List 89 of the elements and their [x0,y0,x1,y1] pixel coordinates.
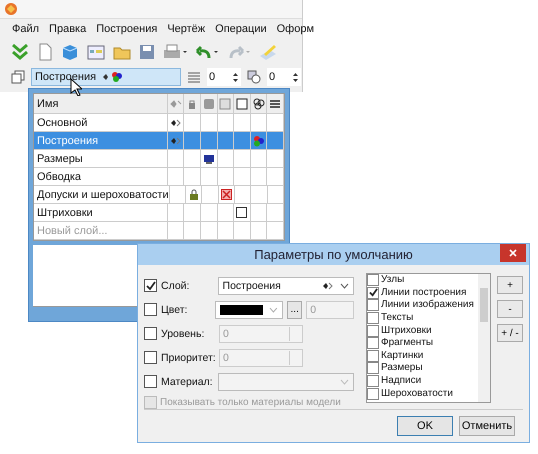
checkbox[interactable] [144,279,157,292]
arrows-icon [170,136,182,146]
monitor-icon [202,154,215,164]
close-button[interactable] [500,244,526,262]
chevron-down-icon [340,282,349,288]
column-header-icon [236,98,248,110]
layer-row[interactable]: Допуски и шероховатости [34,186,284,204]
scrollbar[interactable] [478,274,490,402]
object-type-item[interactable]: Тексты [367,312,478,324]
layer-name: Обводка [34,168,168,185]
layer-name: Штриховки [34,204,168,221]
checkbox[interactable] [367,362,379,374]
level-spinbox[interactable]: 0 [207,68,241,86]
checkbox[interactable] [367,337,379,350]
checkbox[interactable] [367,274,379,286]
layers-icon[interactable] [10,69,26,85]
column-header-icon [219,98,232,110]
list-action-button[interactable]: - [497,300,523,318]
column-header-icon [252,98,265,110]
field-label: Цвет: [161,304,188,316]
object-type-item[interactable]: Штриховки [367,324,478,337]
square-icon [236,207,248,218]
field-label: Приоритет: [161,352,215,364]
list-action-button[interactable]: + [497,276,523,294]
layer-name: Размеры [34,150,168,167]
checkbox[interactable] [144,375,157,388]
lock-icon [188,189,199,200]
double-chevron-icon[interactable] [10,42,30,62]
layer-row[interactable]: Обводка [34,168,284,186]
app-logo-icon [4,2,18,16]
spin-arrows-icon [232,72,239,82]
close-icon [509,249,517,257]
field-label: Уровень: [161,328,206,340]
chevron-down-icon [269,306,278,312]
menu-item[interactable]: Правка [49,23,86,35]
checkbox-label: Показывать только материалы модели [160,397,341,408]
arrows-icon [322,280,334,290]
object-type-item[interactable]: Фрагменты [367,336,478,350]
color-dropdown[interactable] [215,300,284,318]
layer-status-icon [102,71,124,83]
column-header-icon [170,98,182,110]
color-circles-icon [252,134,265,146]
menu-item[interactable]: Файл [12,23,40,35]
menu-item[interactable]: Построения [96,23,158,35]
object-type-item[interactable]: Линии изображения [367,299,478,312]
checkbox[interactable] [367,324,379,337]
column-header-icon [269,98,282,110]
checkbox[interactable] [367,375,379,388]
layer-name: Допуски и шероховатости [34,186,170,203]
layer-combobox[interactable]: Построения [31,68,181,86]
list-action-button[interactable]: + / - [497,324,523,342]
priority-spinbox[interactable]: 0 [267,68,301,86]
layer-dropdown[interactable]: Построения [218,276,354,294]
layer-name: Новый слой... [34,222,168,239]
checkbox[interactable] [144,327,157,340]
dialog-button[interactable]: Отменить [459,416,515,436]
column-header-icon [202,98,215,110]
menu-item[interactable]: Операции [215,23,267,35]
cube-icon[interactable] [60,42,80,62]
object-type-item[interactable]: Надписи [367,374,478,388]
menu-item[interactable]: Оформ [276,23,314,35]
crossed-box-icon [220,189,232,200]
checkbox[interactable] [144,351,157,364]
object-type-item[interactable]: Шероховатости [367,387,478,400]
spin-arrows-icon [292,72,299,82]
field-label: Материал: [161,376,214,388]
layer-name: Основной [34,114,168,131]
floppy-icon[interactable] [138,42,156,62]
layer-name: Построения [34,132,168,149]
checkbox[interactable] [367,299,379,312]
checkbox[interactable] [367,350,379,362]
more-button[interactable]: ... [287,300,302,318]
object-type-item[interactable]: Узлы [367,274,478,287]
checkbox[interactable] [144,303,157,316]
arrows-icon [170,118,182,128]
chevron-down-icon [340,378,349,384]
layer-row[interactable]: Размеры [34,150,284,168]
layer-row[interactable]: Штриховки [34,204,284,222]
object-type-item[interactable]: Линии построения [367,286,478,300]
checkbox[interactable] [367,286,379,299]
object-type-item[interactable]: Картинки [367,350,478,362]
dialog-button[interactable]: OK [397,416,453,436]
priority-icon [246,69,262,85]
object-type-item[interactable]: Размеры [367,362,478,375]
checkbox[interactable] [367,388,379,400]
menu-item[interactable]: Чертёж [167,23,206,35]
checkbox[interactable] [367,312,379,324]
dialog-title: Параметры по умолчанию [254,247,413,262]
field-label: Слой: [161,280,190,292]
